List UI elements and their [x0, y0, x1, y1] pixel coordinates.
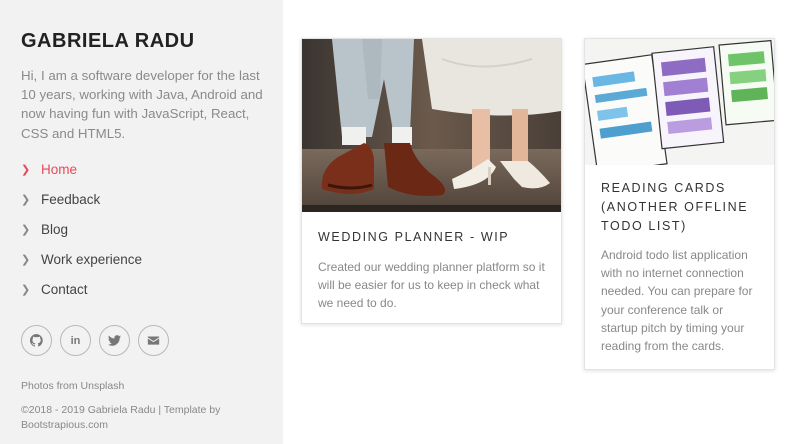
chevron-right-icon: ❯	[21, 163, 31, 176]
sidebar: GABRIELA RADU Hi, I am a software develo…	[0, 0, 283, 444]
card-description: Android todo list application with no in…	[601, 248, 753, 354]
nav-item-feedback[interactable]: ❯ Feedback	[21, 185, 263, 215]
nav-item-label: Feedback	[41, 191, 101, 207]
nav-item-blog[interactable]: ❯ Blog	[21, 215, 263, 245]
email-icon	[147, 336, 160, 345]
nav-item-label: Home	[41, 161, 78, 177]
chevron-right-icon: ❯	[21, 223, 31, 236]
card-title[interactable]: READING CARDS (ANOTHER OFFLINE TODO LIST…	[585, 165, 774, 236]
profile-bio: Hi, I am a software developer for the la…	[21, 68, 263, 141]
project-card-reading-cards[interactable]: READING CARDS (ANOTHER OFFLINE TODO LIST…	[584, 38, 775, 370]
nav-item-label: Work experience	[41, 251, 143, 267]
linkedin-link[interactable]: in	[60, 325, 91, 356]
nav-item-work-experience[interactable]: ❯ Work experience	[21, 245, 263, 275]
card-description: Created our wedding planner platform so …	[318, 260, 545, 311]
nav-item-home[interactable]: ❯ Home	[21, 155, 263, 185]
linkedin-icon: in	[70, 334, 81, 347]
email-link[interactable]	[138, 325, 169, 356]
main-nav: ❯ Home ❯ Feedback ❯ Blog ❯ Work experien…	[21, 155, 263, 305]
twitter-icon	[108, 335, 121, 346]
chevron-right-icon: ❯	[21, 283, 31, 296]
nav-item-label: Contact	[41, 281, 88, 297]
twitter-link[interactable]	[99, 325, 130, 356]
photos-credit: Photos from Unsplash	[21, 380, 125, 392]
wireframe-sketch-image	[585, 39, 774, 165]
copyright: ©2018 - 2019 Gabriela Radu | Template by…	[21, 404, 221, 431]
chevron-right-icon: ❯	[21, 193, 31, 206]
card-title[interactable]: WEDDING PLANNER - WIP	[302, 212, 561, 247]
nav-item-contact[interactable]: ❯ Contact	[21, 275, 263, 305]
nav-item-label: Blog	[41, 221, 69, 237]
chevron-right-icon: ❯	[21, 253, 31, 266]
wedding-photo	[302, 39, 561, 212]
github-icon	[30, 334, 43, 347]
social-links: in	[21, 325, 169, 356]
profile-name: GABRIELA RADU	[21, 30, 195, 52]
github-link[interactable]	[21, 325, 52, 356]
project-card-wedding-planner[interactable]: WEDDING PLANNER - WIP Created our weddin…	[301, 38, 562, 324]
